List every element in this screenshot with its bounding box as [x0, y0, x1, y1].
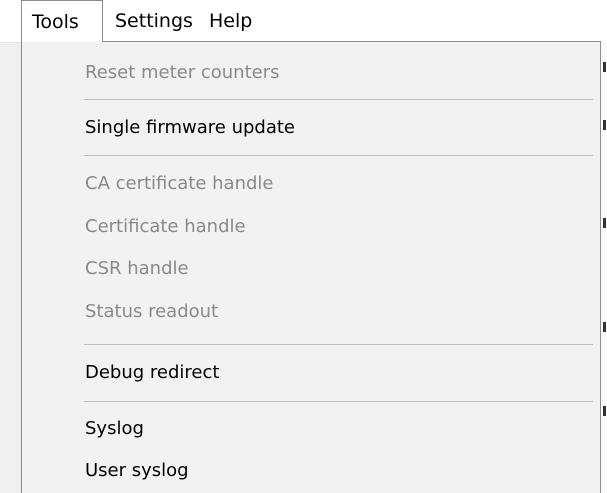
- menu-item-debug-redirect[interactable]: Debug redirect: [63, 352, 590, 394]
- menu-separator: [84, 344, 593, 345]
- edge-mark: [603, 406, 606, 416]
- menu-item-single-firmware-update[interactable]: Single firmware update: [63, 107, 590, 149]
- menu-tools[interactable]: Tools: [21, 0, 103, 42]
- menu-icon-gutter: [22, 42, 63, 493]
- menu-separator: [84, 155, 593, 156]
- menu-bar: Tools Settings Help: [0, 0, 607, 43]
- menu-item-user-syslog[interactable]: User syslog: [63, 450, 590, 492]
- underlying-window-edge: [601, 42, 607, 493]
- menu-help[interactable]: Help: [199, 0, 262, 42]
- tools-dropdown-menu: Reset meter counters Single firmware upd…: [21, 41, 601, 493]
- menu-item-ca-certificate-handle[interactable]: CA certificate handle: [63, 163, 590, 205]
- menu-separator: [84, 401, 593, 402]
- menu-item-reset-meter-counters[interactable]: Reset meter counters: [63, 52, 590, 94]
- edge-mark: [603, 322, 606, 332]
- menu-item-status-readout[interactable]: Status readout: [63, 291, 590, 333]
- menu-item-certificate-handle[interactable]: Certificate handle: [63, 206, 590, 248]
- menu-settings[interactable]: Settings: [105, 0, 203, 42]
- menu-item-syslog[interactable]: Syslog: [63, 408, 590, 450]
- menu-separator: [84, 99, 593, 100]
- edge-mark: [603, 62, 606, 72]
- menu-item-csr-handle[interactable]: CSR handle: [63, 248, 590, 290]
- application-window: Tools Settings Help Reset meter counters…: [0, 0, 607, 493]
- edge-mark: [603, 120, 606, 130]
- edge-mark: [603, 218, 606, 228]
